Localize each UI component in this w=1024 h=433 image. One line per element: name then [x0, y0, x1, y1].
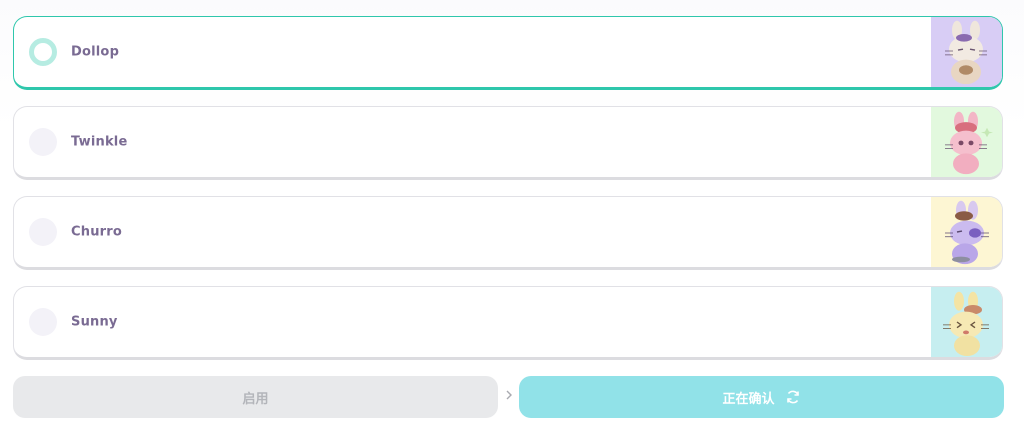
sunny-thumbnail: [931, 287, 1002, 357]
radio-unselected[interactable]: [29, 218, 57, 246]
radio-unselected[interactable]: [29, 308, 57, 336]
enable-button[interactable]: 启用: [13, 376, 498, 418]
confirm-button-label: 正在确认: [722, 391, 775, 407]
option-label: Twinkle: [71, 134, 128, 150]
option-card-twinkle[interactable]: Twinkle: [13, 106, 1003, 180]
option-label: Churro: [71, 224, 123, 240]
option-card-dollop[interactable]: Dollop: [13, 16, 1003, 90]
radio-selected[interactable]: [29, 38, 57, 66]
dollop-thumbnail: [931, 17, 1002, 87]
option-card-churro[interactable]: Churro: [13, 196, 1003, 270]
chevron-right-icon: [503, 388, 515, 406]
twinkle-thumbnail: [931, 107, 1002, 177]
radio-unselected[interactable]: [29, 128, 57, 156]
character-selection-panel: Dollop Twinkle Churro Sunny 启用 正在确认: [0, 0, 1024, 433]
enable-button-label: 启用: [242, 391, 269, 407]
option-label: Sunny: [71, 314, 118, 330]
refresh-icon: [785, 389, 801, 405]
churro-thumbnail: [931, 197, 1002, 267]
option-label: Dollop: [71, 44, 120, 60]
confirming-button[interactable]: 正在确认: [519, 376, 1004, 418]
option-card-sunny[interactable]: Sunny: [13, 286, 1003, 360]
